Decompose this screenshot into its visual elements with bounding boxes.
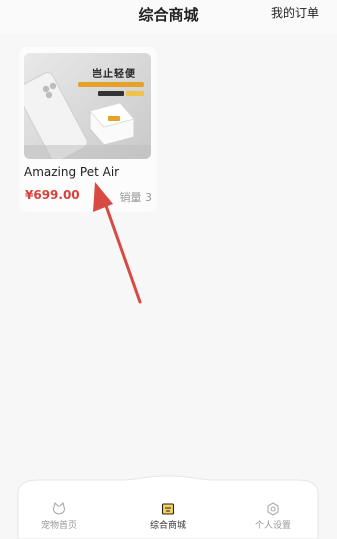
annotation-arrow (93, 182, 142, 304)
cat-face-icon (52, 502, 66, 515)
tab-settings[interactable]: 个人设置 (233, 502, 313, 531)
tab-label: 综合商城 (149, 521, 186, 531)
tab-label: 个人设置 (254, 521, 291, 531)
shop-icon (161, 503, 175, 515)
bottom-tab-bar: 宠物首页 综合商城 个人设置 (0, 472, 337, 539)
settings-icon (267, 502, 279, 516)
tab-shop[interactable]: 综合商城 (128, 502, 208, 531)
tab-pet-home[interactable]: 宠物首页 (19, 502, 99, 531)
tab-label: 宠物首页 (40, 521, 77, 531)
